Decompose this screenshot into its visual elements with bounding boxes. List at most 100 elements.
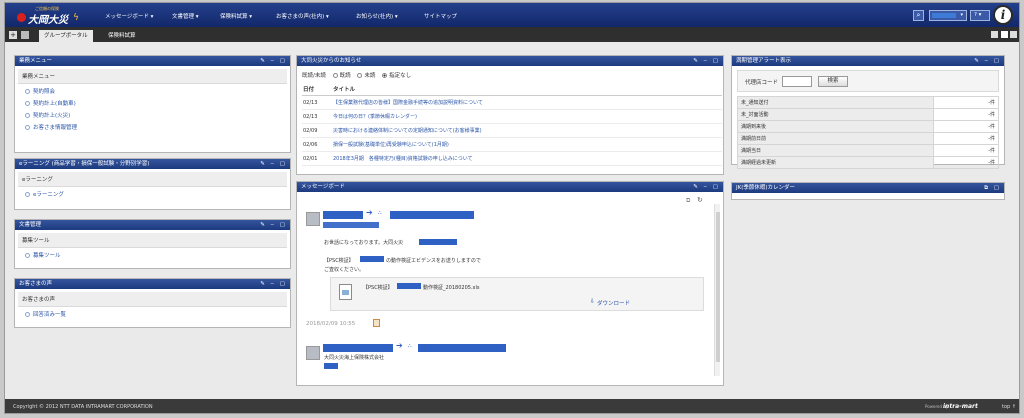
table-row: 02/13 【生保業務代理店の皆様】国際金融手続等の追加説明資料について [302, 95, 722, 110]
user-menu[interactable]: ▾ [929, 10, 967, 21]
search-button[interactable]: 検索 [818, 76, 848, 87]
portlet-title: メッセージボード ✎ ‒ ▢ [297, 182, 723, 192]
portlet-title-text: 業務メニュー [19, 58, 53, 64]
search-icon[interactable]: ⌕ [913, 10, 924, 21]
nav-notice[interactable]: お知らせ(社内) ▾ [356, 12, 398, 20]
alert-count[interactable]: -件 [933, 96, 999, 109]
message-greeting: お世話になっております。大同火災 [324, 240, 404, 246]
nav-premium-calc[interactable]: 保険料試算 ▾ [220, 12, 252, 20]
reply-dept: 大同火災海上保険株式会社 [324, 355, 385, 361]
portlet-controls[interactable]: ✎ ‒ ▢ [974, 56, 1001, 66]
section-heading: 募集ツール [18, 233, 287, 248]
nav-message-board[interactable]: メッセージボード ▾ [105, 12, 153, 20]
download-link[interactable]: ダウンロード [597, 299, 630, 307]
settings-icon[interactable] [1010, 31, 1017, 38]
attachment-filename[interactable]: 動作検証_20180205.xls [423, 284, 480, 291]
recipient-icon: ⛬ [408, 343, 412, 349]
attachment-redacted [397, 283, 421, 289]
system-redacted [360, 256, 384, 262]
link-contract-auto[interactable]: 契約計上(自動車) [15, 96, 290, 108]
attachment-prefix: 【PSC検証】 [363, 285, 393, 291]
copyright: Copyright © 2012 NTT DATA INTRAMART CORP… [13, 404, 153, 410]
tab-list-icon[interactable] [21, 31, 29, 39]
alert-count[interactable]: -件 [933, 156, 999, 169]
nav-sitemap[interactable]: サイトマップ [424, 12, 457, 20]
agency-code-input[interactable] [782, 76, 812, 87]
portlet-calendar: JK(季節休暇)カレンダー ⧉ ▢ [731, 182, 1005, 200]
copy-icon[interactable]: ⧉ [686, 197, 690, 205]
tab-premium-calc[interactable]: 保険料試算 [103, 30, 141, 42]
refresh-icon[interactable]: ↻ [697, 196, 703, 204]
link-customer-info[interactable]: お客さま情報管理 [15, 120, 290, 132]
portlet-controls[interactable]: ✎ ‒ ▢ [693, 56, 720, 66]
scrollbar-thumb[interactable] [716, 212, 720, 362]
portlet-business-menu: 業務メニュー ✎ ‒ ▢ 業務メニュー 契約照会 契約計上(自動車) 契約計上(火… [14, 55, 291, 153]
portlet-controls[interactable]: ✎ ‒ ▢ [693, 182, 720, 192]
portlet-controls[interactable]: ✎ ‒ ▢ [260, 279, 287, 289]
radio-all[interactable] [382, 73, 388, 78]
avatar [306, 346, 320, 360]
news-title-link[interactable]: 今日は何の日？(季節休暇カレンダー) [332, 109, 722, 124]
agency-search-form: 代理店コード 検索 [737, 70, 999, 92]
logo-name: 大岡大災 [28, 15, 68, 26]
layout-icon[interactable] [991, 31, 998, 38]
link-recruit-tool[interactable]: 募集ツール [15, 248, 290, 260]
portlet-title: JK(季節休暇)カレンダー ⧉ ▢ [732, 183, 1004, 193]
portlet-alert: 満期管理アラート表示 ✎ ‒ ▢ 代理店コード 検索 未_通知送付 -件 未_対面活… [731, 55, 1005, 169]
alert-count[interactable]: -件 [933, 120, 999, 133]
portlet-controls[interactable]: ⧉ ▢ [984, 183, 1001, 193]
link-contract-fire[interactable]: 契約計上(火災) [15, 108, 290, 120]
portlet-title-text: メッセージボード [301, 184, 345, 190]
table-row: 02/09 災害時における連絡体制についての定期通知について(お客様事業) [302, 123, 722, 138]
section-heading: お客さまの声 [18, 292, 287, 307]
portlet-controls[interactable]: ✎ ‒ ▢ [260, 56, 287, 66]
portlet-controls[interactable]: ✎ ‒ ▢ [260, 220, 287, 230]
radio-read-label: 既読 [339, 73, 351, 79]
radio-all-label: 指定なし [389, 73, 412, 79]
scrollbar[interactable] [714, 204, 720, 376]
news-table: 日付 タイトル 02/13 【生保業務代理店の皆様】国際金融手続等の追加説明資料に… [302, 83, 722, 166]
read-filter: 既読/未読 既読 未読 指定なし [297, 66, 723, 81]
help-menu[interactable]: ? ▾ [970, 10, 990, 21]
download-icon[interactable]: ⇩ [590, 298, 595, 305]
recipient-redacted [418, 344, 506, 352]
news-title-link[interactable]: 【生保業務代理店の皆様】国際金融手続等の追加説明資料について [332, 95, 722, 110]
portlet-controls[interactable]: ✎ ‒ ▢ [260, 159, 287, 169]
table-row: 02/13 今日は何の日？(季節休暇カレンダー) [302, 109, 722, 124]
alert-label: 未_対面活動 [737, 108, 934, 121]
link-contract-inquiry[interactable]: 契約照会 [15, 84, 290, 96]
nav-customer-voice[interactable]: お客さまの声(社内) ▾ [276, 12, 329, 20]
comment-icon[interactable] [373, 319, 380, 327]
print-icon[interactable] [1001, 31, 1008, 38]
back-to-top-link[interactable]: top ↑ [1002, 399, 1016, 413]
alert-label: 満期当日 [737, 144, 934, 157]
add-tab-icon[interactable]: + [9, 31, 17, 39]
table-row: 未_対面活動 -件 [737, 108, 999, 121]
news-title-link[interactable]: 損保一般試験(基礎単位)再受験申込について(1月期) [332, 137, 722, 152]
alert-count[interactable]: -件 [933, 144, 999, 157]
news-title-link[interactable]: 2018年3月期 各種特定乃(種目)資格試験の申し込みについて [332, 151, 722, 166]
news-title-link[interactable]: 災害時における連絡体制についての定期通知について(お客様事業) [332, 123, 722, 138]
section-heading: 業務メニュー [18, 69, 287, 84]
recipient-icon: ⛬ [378, 210, 382, 216]
global-nav-bar: ご信頼の保険 大岡大災 ϟ メッセージボード ▾ 文書管理 ▾ 保険料試算 ▾ … [5, 3, 1019, 27]
link-answered-list[interactable]: 回答済み一覧 [15, 307, 290, 319]
news-date: 02/01 [302, 151, 332, 166]
logo-mark-icon [17, 13, 26, 22]
table-row: 02/06 損保一般試験(基礎単位)再受験申込について(1月期) [302, 137, 722, 152]
radio-read[interactable] [332, 73, 338, 78]
info-icon[interactable]: i [993, 5, 1013, 25]
nav-document[interactable]: 文書管理 ▾ [172, 12, 199, 20]
message-timestamp: 2018/02/09 10:55 [306, 321, 356, 327]
portlet-title-text: JK(季節休暇)カレンダー [736, 185, 796, 191]
link-elearning[interactable]: eラーニング [15, 187, 290, 199]
radio-unread[interactable] [357, 73, 363, 78]
alert-count[interactable]: -件 [933, 108, 999, 121]
chevron-down-icon: ▾ [960, 12, 963, 18]
portlet-customer-voice: お客さまの声 ✎ ‒ ▢ お客さまの声 回答済み一覧 [14, 278, 291, 328]
alert-label: 未_通知送付 [737, 96, 934, 109]
alert-count[interactable]: -件 [933, 132, 999, 145]
portlet-document: 文書管理 ✎ ‒ ▢ 募集ツール 募集ツール [14, 219, 291, 269]
tab-group-portal[interactable]: グループポータル [39, 30, 93, 42]
company-logo[interactable]: ご信頼の保険 大岡大災 ϟ [15, 6, 79, 26]
